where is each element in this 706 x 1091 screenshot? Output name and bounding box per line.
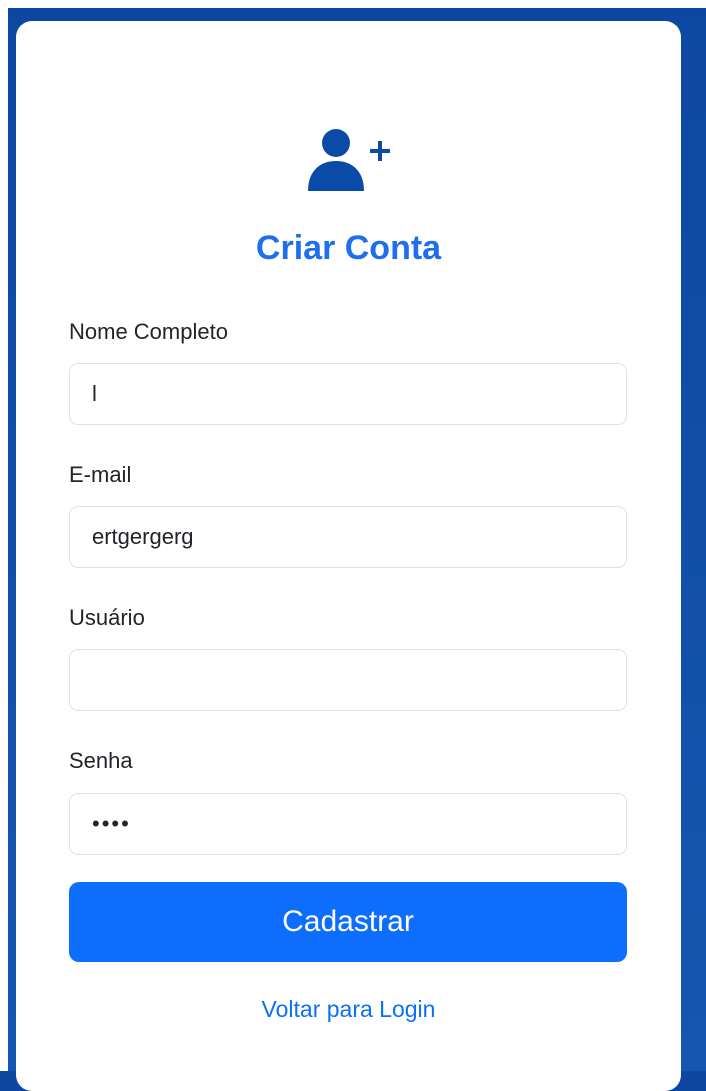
username-label: Usuário [69,605,145,630]
user-plus-icon-container [16,124,681,194]
email-label: E-mail [69,462,132,487]
password-input[interactable] [69,793,627,855]
page-title: Criar Conta [255,229,442,267]
user-plus-icon [308,129,390,191]
page-edge-top [0,0,706,8]
register-button[interactable]: Cadastrar [69,882,627,962]
register-card: Criar Conta Nome Completo E-mail Usuário… [16,21,681,1091]
username-input[interactable] [69,649,627,711]
page-edge-left [0,0,8,1071]
full-name-label: Nome Completo [69,319,228,344]
password-label: Senha [69,748,133,773]
back-to-login-link[interactable]: Voltar para Login [16,994,681,1024]
full-name-input[interactable] [69,363,627,425]
email-input[interactable] [69,506,627,568]
